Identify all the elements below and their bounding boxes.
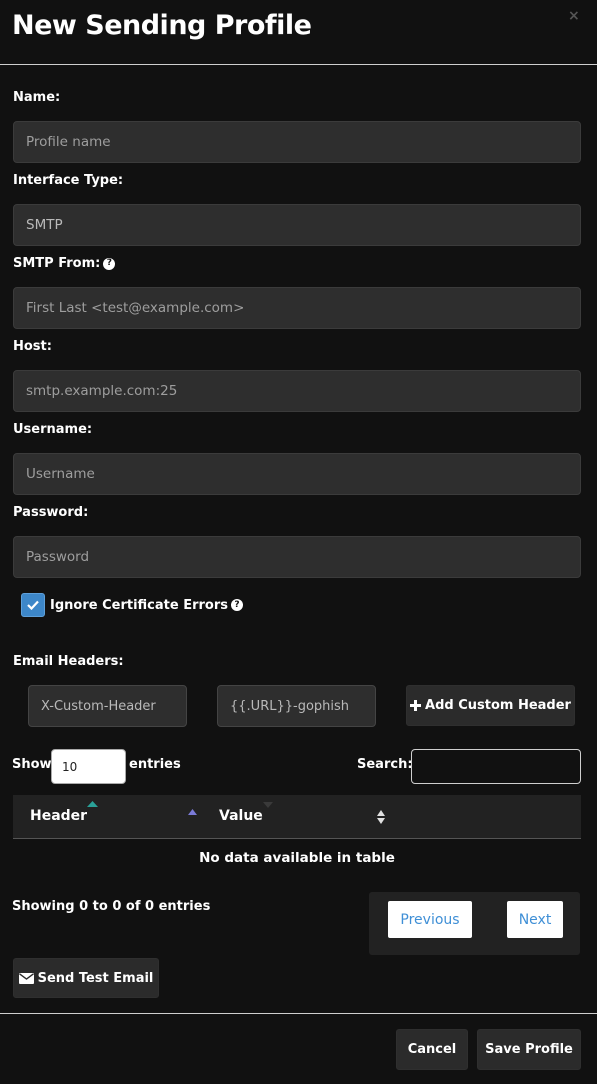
envelope-icon (18, 972, 34, 984)
sort-up-icon (188, 809, 197, 815)
username-label: Username: (13, 422, 93, 437)
profile-name-input[interactable] (13, 121, 581, 163)
save-profile-button[interactable]: Save Profile (477, 1029, 581, 1070)
show-label: Show (12, 757, 52, 772)
email-headers-label: Email Headers: (13, 654, 124, 669)
ignore-cert-row: Ignore Certificate Errors ? (21, 593, 243, 617)
previous-button[interactable]: Previous (388, 901, 472, 938)
custom-header-value-input[interactable]: {{.URL}}-gophish (217, 685, 376, 727)
column-header-value[interactable]: Value (219, 808, 263, 824)
table-info: Showing 0 to 0 of 0 entries (12, 899, 211, 914)
interface-type-field[interactable]: SMTP (13, 204, 581, 246)
next-button[interactable]: Next (507, 901, 563, 938)
footer-divider (0, 1013, 597, 1014)
headers-table-head: Header Value (13, 795, 581, 838)
checkmark-icon (27, 600, 39, 610)
help-icon[interactable]: ? (103, 257, 116, 270)
ignore-cert-checkbox[interactable] (21, 593, 45, 617)
sort-asc-icon (87, 801, 98, 807)
sort-both-icon (377, 810, 385, 824)
header-divider (0, 64, 597, 65)
empty-table-message: No data available in table (199, 850, 395, 866)
table-search-input[interactable] (411, 749, 581, 784)
smtp-from-input[interactable] (13, 287, 581, 329)
ignore-cert-label[interactable]: Ignore Certificate Errors ? (50, 598, 243, 613)
sort-down-icon (263, 802, 273, 808)
host-label: Host: (13, 339, 52, 354)
new-sending-profile-modal: New Sending Profile × Name: Interface Ty… (0, 0, 597, 1084)
smtp-from-label: SMTP From: ? (13, 256, 116, 271)
pagination: Previous Next (369, 892, 580, 955)
username-input[interactable] (13, 453, 581, 495)
password-input[interactable] (13, 536, 581, 578)
close-icon[interactable]: × (568, 8, 580, 24)
help-icon[interactable]: ? (230, 599, 243, 611)
entries-select[interactable]: 10 (51, 749, 126, 784)
send-test-email-button[interactable]: Send Test Email (13, 958, 159, 998)
plus-icon (410, 700, 422, 711)
column-header-header[interactable]: Header (30, 808, 87, 824)
host-input[interactable] (13, 370, 581, 412)
table-divider (13, 838, 581, 839)
cancel-button[interactable]: Cancel (396, 1029, 468, 1070)
entries-label: entries (129, 757, 181, 772)
add-custom-header-button[interactable]: Add Custom Header (406, 685, 575, 726)
interface-type-label: Interface Type: (13, 173, 124, 188)
password-label: Password: (13, 505, 89, 520)
modal-title: New Sending Profile (12, 10, 312, 41)
name-label: Name: (13, 90, 61, 105)
custom-header-input[interactable]: X-Custom-Header (28, 685, 187, 727)
search-label: Search: (357, 757, 413, 772)
